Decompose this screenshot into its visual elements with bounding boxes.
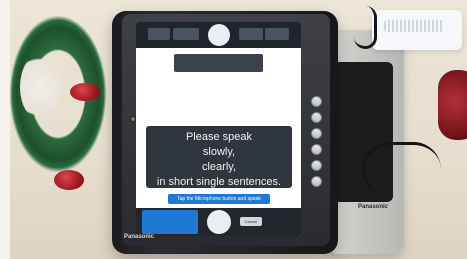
cancel-button[interactable]: Cancel <box>240 217 262 226</box>
top-pill-1[interactable] <box>148 28 170 40</box>
cable-top <box>354 6 377 49</box>
speaking-instruction: Please speak slowly, clearly, in short s… <box>146 126 292 188</box>
side-button-1 <box>311 96 322 107</box>
speaker-grill <box>384 20 444 32</box>
red-bow-bottom <box>54 170 84 190</box>
tablet-camera-icon <box>130 116 136 122</box>
cable-side <box>362 142 441 197</box>
dock-brand-label: Panasonic <box>358 204 389 210</box>
top-pill-2[interactable] <box>173 28 199 40</box>
tablet-brand-label: Panasonic <box>124 234 155 240</box>
red-object-right <box>438 70 467 140</box>
top-pill-4[interactable] <box>265 28 289 40</box>
wreath-center <box>20 54 60 120</box>
instruction-line-1: Please speak <box>185 131 253 143</box>
side-button-5 <box>311 160 322 171</box>
instruction-line-3: clearly, <box>201 161 237 173</box>
status-box <box>174 54 263 72</box>
microphone-button-bottom[interactable] <box>207 210 231 234</box>
top-pill-3[interactable] <box>239 28 263 40</box>
red-bow-top <box>70 83 100 101</box>
tap-hint: Tap the Microphone button and speak <box>168 194 270 204</box>
tablet-screen: Please speak slowly, clearly, in short s… <box>136 22 301 236</box>
side-button-6 <box>311 176 322 187</box>
side-button-3 <box>311 128 322 139</box>
microphone-button-top[interactable] <box>208 24 230 46</box>
side-button-2 <box>311 112 322 123</box>
photo-scene: Panasonic Please speak slowly, clearly, … <box>0 0 467 259</box>
instruction-line-4: in short single sentences. <box>156 176 282 188</box>
side-button-4 <box>311 144 322 155</box>
bottom-left-panel[interactable] <box>142 210 198 234</box>
left-edge <box>0 0 10 259</box>
instruction-line-2: slowly, <box>202 146 236 158</box>
